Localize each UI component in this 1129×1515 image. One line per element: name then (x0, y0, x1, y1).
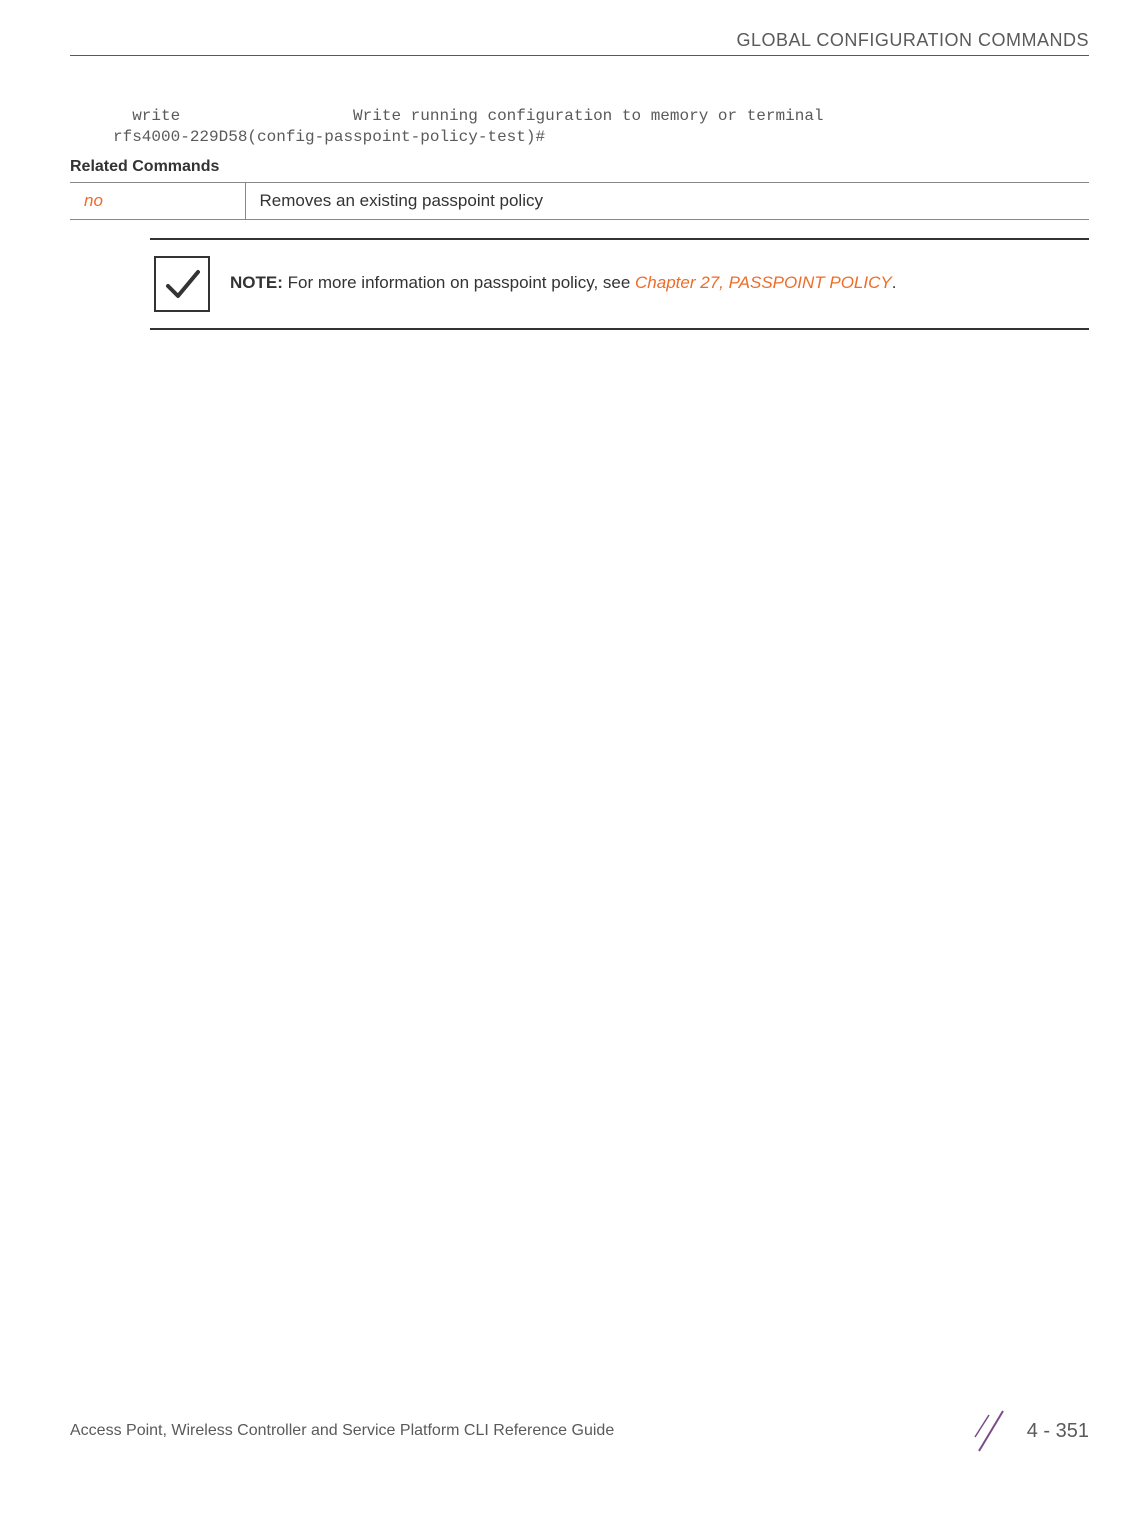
page-header: GLOBAL CONFIGURATION COMMANDS (70, 30, 1089, 56)
related-commands-table: no Removes an existing passpoint policy (70, 182, 1089, 220)
command-name: no (84, 191, 103, 210)
note-body: NOTE: For more information on passpoint … (150, 240, 1089, 328)
header-title: GLOBAL CONFIGURATION COMMANDS (736, 30, 1089, 50)
note-text-before: For more information on passpoint policy… (283, 273, 635, 292)
note-text-after: . (892, 273, 897, 292)
note-container: NOTE: For more information on passpoint … (150, 238, 1089, 330)
related-commands-title: Related Commands (70, 158, 1089, 176)
note-rule-bottom (150, 328, 1089, 330)
note-link[interactable]: Chapter 27, PASSPOINT POLICY (635, 273, 892, 292)
checkmark-icon (154, 256, 210, 312)
page-container: GLOBAL CONFIGURATION COMMANDS write Writ… (0, 0, 1129, 1515)
footer-right: 4 - 351 (971, 1407, 1089, 1455)
note-label: NOTE: (230, 273, 283, 292)
command-description: Removes an existing passpoint policy (245, 182, 1089, 219)
table-row: no Removes an existing passpoint policy (70, 182, 1089, 219)
page-number: 4 - 351 (1027, 1420, 1089, 1443)
command-link-no[interactable]: no (70, 182, 245, 219)
code-block: write Write running configuration to mem… (113, 106, 1089, 148)
slash-icon (971, 1407, 1011, 1455)
code-line-2: rfs4000-229D58(config-passpoint-policy-t… (113, 128, 545, 146)
note-text: NOTE: For more information on passpoint … (230, 272, 896, 295)
page-footer: Access Point, Wireless Controller and Se… (70, 1387, 1089, 1455)
footer-guide-name: Access Point, Wireless Controller and Se… (70, 1422, 614, 1440)
code-line-1: write Write running configuration to mem… (113, 107, 824, 125)
